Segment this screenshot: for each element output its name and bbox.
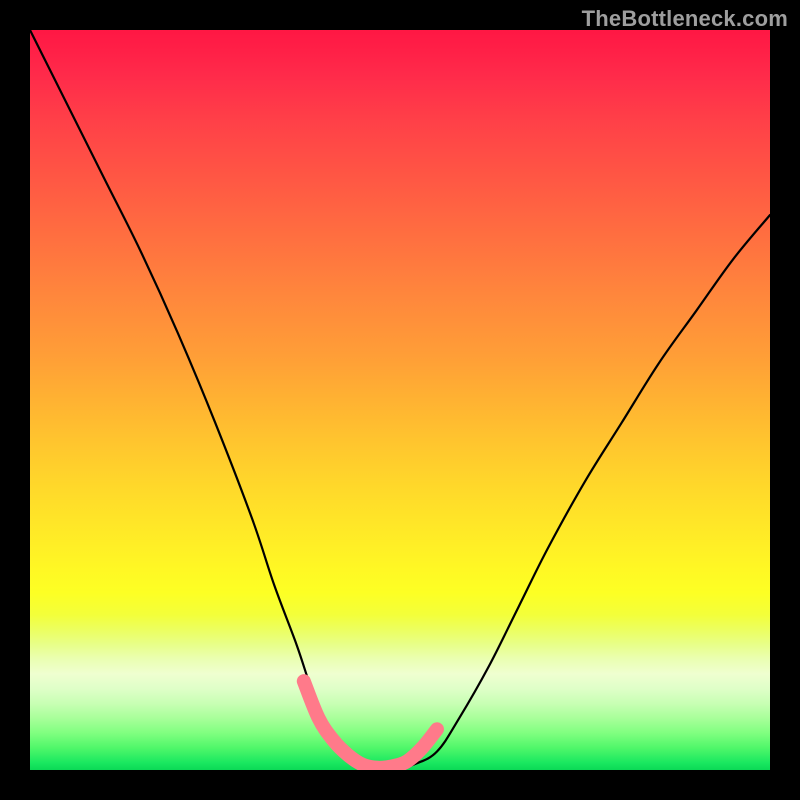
- chart-stage: TheBottleneck.com: [0, 0, 800, 800]
- bottleneck-curve: [30, 30, 770, 769]
- chart-svg: [30, 30, 770, 770]
- watermark-text: TheBottleneck.com: [582, 6, 788, 32]
- bottom-highlight: [304, 681, 437, 768]
- chart-plot-area: [30, 30, 770, 770]
